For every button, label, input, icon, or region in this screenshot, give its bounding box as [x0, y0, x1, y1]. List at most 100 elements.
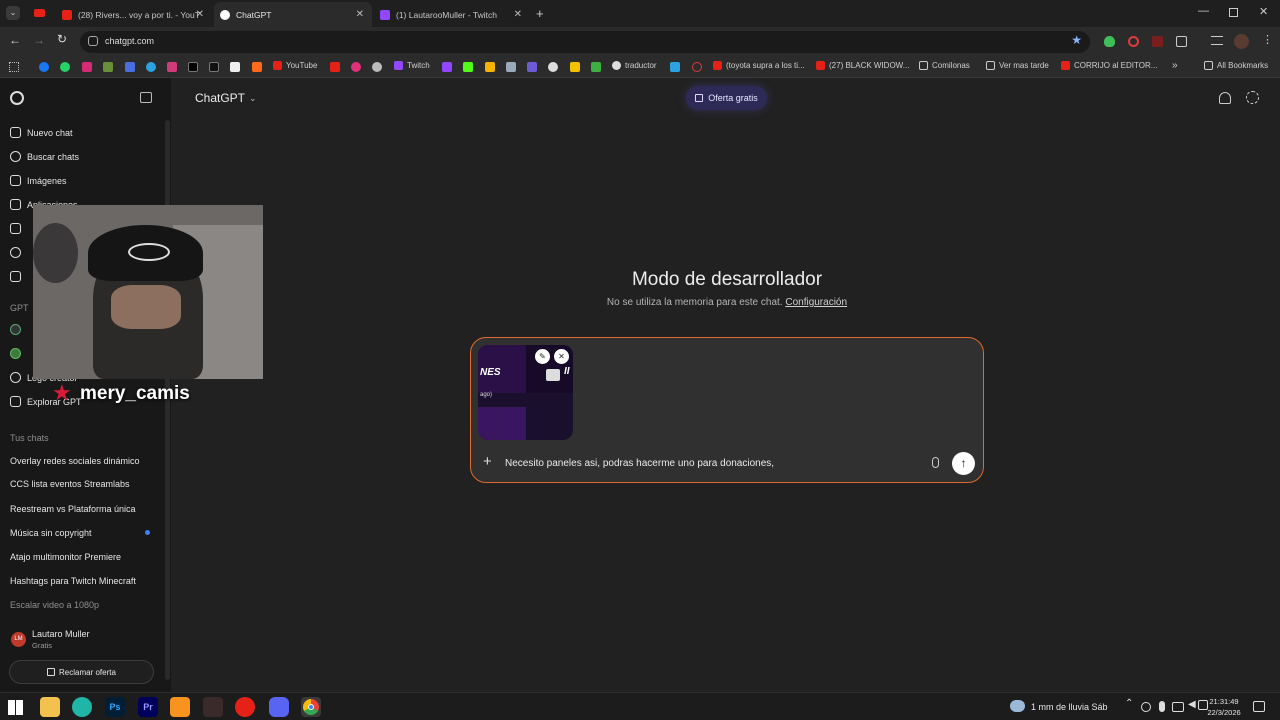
tab-search-icon[interactable]: [1211, 36, 1223, 45]
bookmark-icon[interactable]: [527, 62, 537, 72]
network-icon[interactable]: [1172, 702, 1184, 712]
chat-list-item[interactable]: Hashtags para Twitch Minecraft: [10, 576, 136, 586]
app-icon[interactable]: [72, 697, 92, 717]
reload-icon[interactable]: ↻: [57, 32, 67, 46]
sidebar-item-hidden-1[interactable]: [10, 223, 27, 234]
user-profile[interactable]: LM Lautaro Muller Gratis: [8, 627, 158, 653]
premiere-icon[interactable]: Pr: [138, 697, 158, 717]
sidebar-item-hidden-3[interactable]: [10, 271, 27, 282]
bookmark-ver-mas-tarde[interactable]: Ver mas tarde: [986, 61, 1049, 70]
weather-icon[interactable]: [1010, 700, 1025, 712]
bookmark-traductor[interactable]: traductor: [612, 61, 657, 70]
url-field[interactable]: chatgpt.com ★: [80, 31, 1090, 53]
close-tab-icon[interactable]: ✕: [196, 9, 204, 20]
instagram-icon[interactable]: [82, 62, 92, 72]
close-tab-icon[interactable]: ✕: [356, 9, 364, 20]
add-attachment-icon[interactable]: +: [483, 453, 492, 470]
chat-list-item[interactable]: Reestream vs Plataforma única: [10, 504, 136, 514]
new-tab-button[interactable]: +: [536, 6, 544, 21]
bookmark-icon[interactable]: [506, 62, 516, 72]
photoshop-icon[interactable]: Ps: [105, 697, 125, 717]
download-icon[interactable]: [591, 62, 601, 72]
tab-chatgpt[interactable]: ChatGPT ✕: [214, 2, 372, 27]
remove-attachment-icon[interactable]: ✕: [554, 349, 569, 364]
tab-twitch[interactable]: (1) LautarooMuller - Twitch ✕: [374, 2, 530, 27]
settings-link[interactable]: Configuración: [785, 297, 847, 308]
x-icon[interactable]: [188, 62, 198, 72]
chat-list-item[interactable]: CCS lista eventos Streamlabs: [10, 479, 130, 489]
file-explorer-icon[interactable]: [40, 697, 60, 717]
all-bookmarks[interactable]: All Bookmarks: [1204, 61, 1268, 70]
whatsapp-icon[interactable]: [60, 62, 70, 72]
bookmark-icon[interactable]: [548, 62, 558, 72]
bookmark-icon[interactable]: [167, 62, 177, 72]
bookmark-icon[interactable]: [692, 62, 702, 72]
site-info-icon[interactable]: [88, 36, 98, 46]
send-button[interactable]: ↑: [952, 452, 975, 475]
facebook-icon[interactable]: [39, 62, 49, 72]
free-offer-button[interactable]: Oferta gratis: [686, 86, 767, 110]
chrome-icon[interactable]: [301, 697, 321, 717]
add-people-icon[interactable]: [1219, 92, 1231, 104]
twitch-icon[interactable]: [442, 62, 452, 72]
extension-record-icon[interactable]: [1128, 36, 1139, 47]
bookmark-youtube[interactable]: YouTube: [273, 61, 317, 70]
claim-offer-button[interactable]: Reclamar oferta: [9, 660, 154, 684]
tab-list-button[interactable]: ⌄: [6, 6, 20, 20]
chat-list-item[interactable]: Música sin copyright: [10, 528, 92, 538]
telegram-icon[interactable]: [146, 62, 156, 72]
bookmark-comilonas[interactable]: Comilonas: [919, 61, 970, 70]
discord-icon[interactable]: [269, 697, 289, 717]
close-sidebar-icon[interactable]: [140, 92, 152, 103]
minimize-icon[interactable]: —: [1198, 5, 1209, 17]
sidebar-item-hidden-2[interactable]: [10, 247, 27, 258]
chat-list-item[interactable]: Atajo multimonitor Premiere: [10, 552, 121, 562]
forward-icon[interactable]: →: [33, 33, 45, 47]
tab-youtube[interactable]: (28) Rivers... voy a por ti. - YouT ✕: [56, 2, 212, 27]
bookmark-star-icon[interactable]: ★: [1071, 33, 1082, 47]
extension-shield-icon[interactable]: [1104, 36, 1115, 47]
fl-studio-icon[interactable]: [170, 697, 190, 717]
volume-icon[interactable]: ◀: [1188, 699, 1196, 710]
kick-icon[interactable]: [463, 62, 473, 72]
microphone-icon[interactable]: [932, 457, 939, 468]
chat-list-item[interactable]: Escalar video a 1080p: [10, 600, 99, 610]
youtube-music-icon[interactable]: [235, 697, 255, 717]
tray-icon[interactable]: [1141, 702, 1151, 712]
sidebar-gpt-1[interactable]: [10, 324, 27, 335]
soundcloud-icon[interactable]: [252, 62, 262, 72]
shield-bookmark-icon[interactable]: [125, 62, 135, 72]
microphone-icon[interactable]: [1159, 701, 1165, 712]
bookmark-icon[interactable]: [670, 62, 680, 72]
close-window-icon[interactable]: ✕: [1259, 5, 1268, 18]
restore-icon[interactable]: [1229, 8, 1238, 17]
bookmark-icon[interactable]: [372, 62, 382, 72]
sidebar-item-search[interactable]: Buscar chats: [10, 151, 79, 162]
youtube-icon[interactable]: [330, 62, 340, 72]
back-icon[interactable]: ←: [9, 33, 21, 47]
capcut-icon[interactable]: [230, 62, 240, 72]
clock[interactable]: 21:31:49 22/3/2026: [1203, 696, 1245, 718]
close-tab-icon[interactable]: ✕: [514, 9, 522, 20]
bookmark-icon[interactable]: [103, 62, 113, 72]
openai-logo-icon[interactable]: [10, 91, 24, 105]
game-icon[interactable]: [203, 697, 223, 717]
bookmark-black-widow[interactable]: (27) BLACK WIDOW...: [816, 61, 909, 70]
bookmark-twitch[interactable]: Twitch: [394, 61, 430, 70]
menu-icon[interactable]: ⋮: [1262, 33, 1273, 46]
drive-icon[interactable]: [485, 62, 495, 72]
apps-grid-icon[interactable]: [9, 62, 19, 72]
more-bookmarks-icon[interactable]: »: [1172, 60, 1178, 71]
windows-start-icon[interactable]: [8, 700, 23, 715]
sidebar-gpt-2[interactable]: [10, 348, 27, 359]
tray-chevron-icon[interactable]: ⌃: [1125, 698, 1133, 709]
bookmark-corrijo[interactable]: CORRIJO al EDITOR...: [1061, 61, 1157, 70]
bookmark-icon[interactable]: [570, 62, 580, 72]
bookmark-toyota[interactable]: (toyota supra a los ti...: [713, 61, 805, 70]
notifications-icon[interactable]: [1253, 701, 1265, 712]
extensions-puzzle-icon[interactable]: [1176, 36, 1187, 47]
weather-text[interactable]: 1 mm de lluvia Sáb: [1031, 702, 1108, 712]
message-input[interactable]: Necesito paneles asi, podras hacerme uno…: [505, 458, 895, 469]
extension-icon[interactable]: [1152, 36, 1163, 47]
chat-list-item[interactable]: Overlay redes sociales dinámico: [10, 456, 140, 466]
